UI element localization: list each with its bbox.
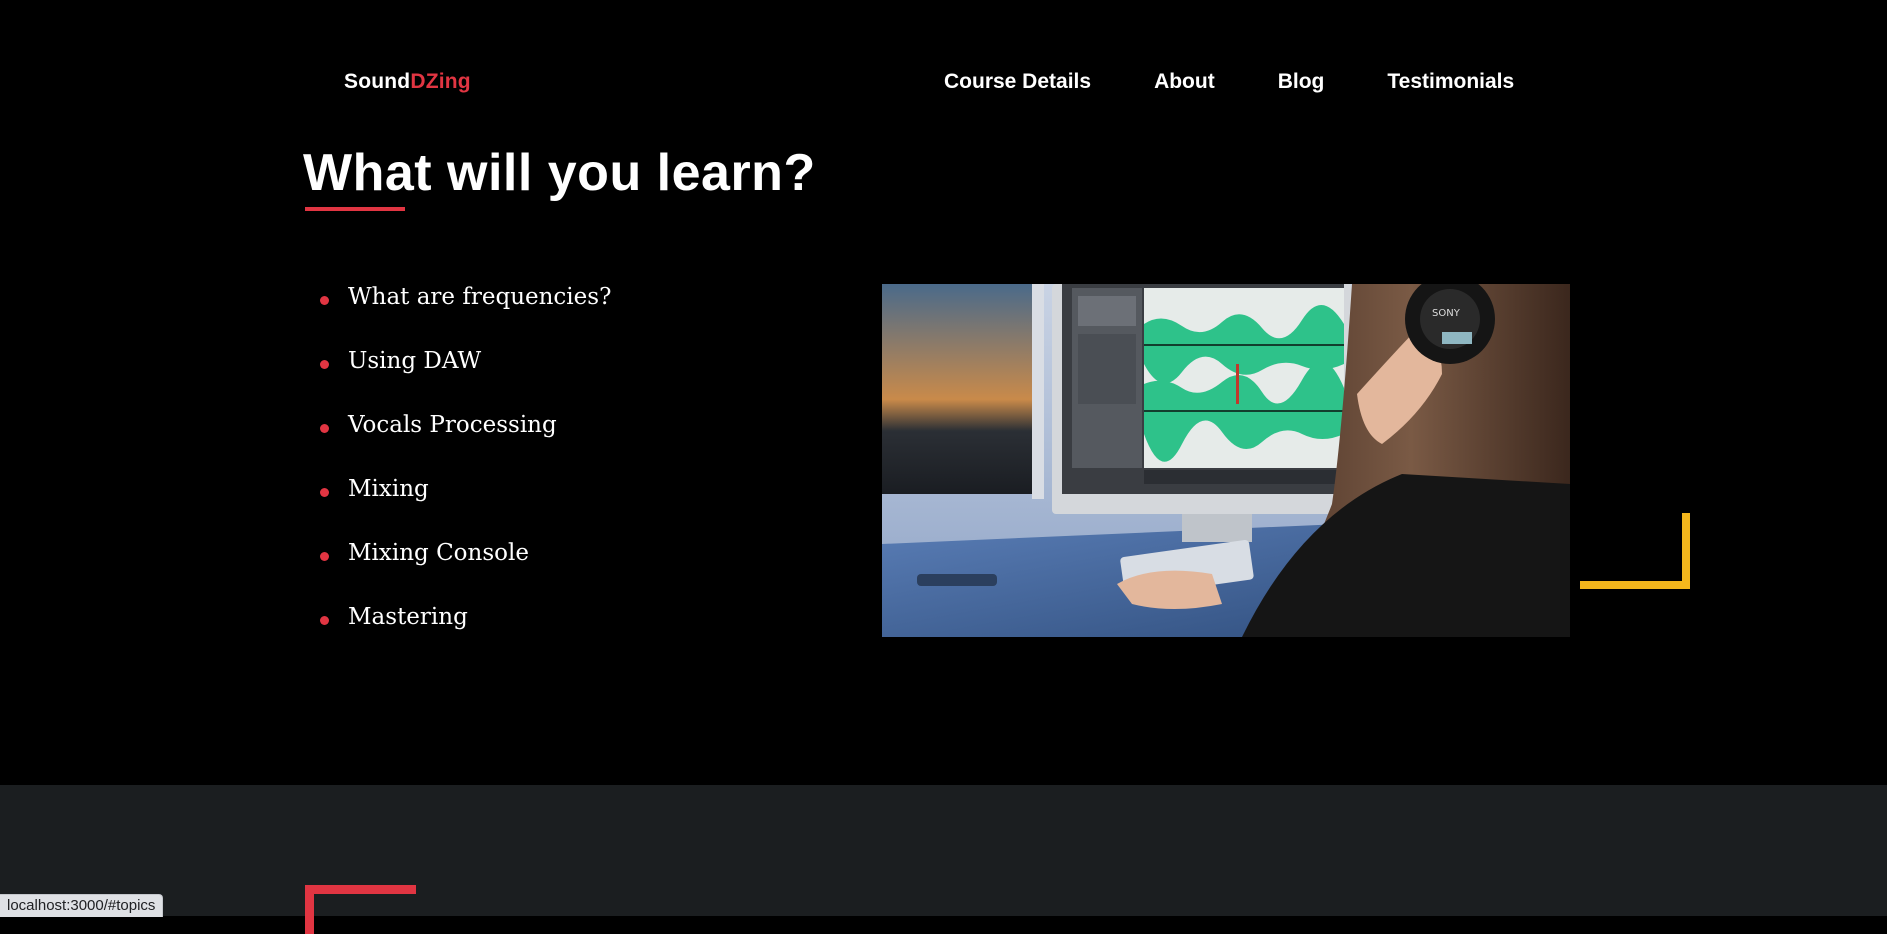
topic-item: Mixing Console: [320, 540, 611, 604]
bullet-icon: [320, 616, 329, 625]
topic-label: Vocals Processing: [348, 412, 557, 438]
main-nav: Course Details About Blog Testimonials: [944, 70, 1514, 94]
bullet-icon: [320, 424, 329, 433]
logo-text-accent: DZing: [410, 70, 471, 93]
nav-link-testimonials[interactable]: Testimonials: [1387, 70, 1514, 94]
next-section: [0, 785, 1887, 916]
bullet-icon: [320, 488, 329, 497]
topic-item: What are frequencies?: [320, 284, 611, 348]
decorative-corner-red: [305, 885, 416, 934]
topic-label: Mixing Console: [348, 540, 529, 566]
topic-item: Mixing: [320, 476, 611, 540]
topic-item: Vocals Processing: [320, 412, 611, 476]
bullet-icon: [320, 552, 329, 561]
title-underline: [305, 207, 405, 211]
section-title: What will you learn?: [303, 144, 816, 202]
browser-status-url: localhost:3000/#topics: [0, 894, 164, 917]
topic-label: Using DAW: [348, 348, 482, 374]
topic-label: Mastering: [348, 604, 468, 630]
svg-text:SONY: SONY: [1432, 308, 1461, 319]
nav-link-course-details[interactable]: Course Details: [944, 70, 1091, 94]
topics-list: What are frequencies? Using DAW Vocals P…: [320, 284, 611, 668]
bullet-icon: [320, 296, 329, 305]
brand-logo[interactable]: SoundDZing: [344, 70, 471, 94]
nav-link-about[interactable]: About: [1154, 70, 1215, 94]
logo-text-primary: Sound: [344, 70, 411, 93]
topic-item: Using DAW: [320, 348, 611, 412]
bullet-icon: [320, 360, 329, 369]
topic-item: Mastering: [320, 604, 611, 668]
topic-label: Mixing: [348, 476, 429, 502]
topic-label: What are frequencies?: [348, 284, 612, 310]
studio-photo: SONY: [882, 284, 1570, 637]
nav-link-blog[interactable]: Blog: [1278, 70, 1325, 94]
decorative-corner-yellow: [1580, 513, 1690, 589]
